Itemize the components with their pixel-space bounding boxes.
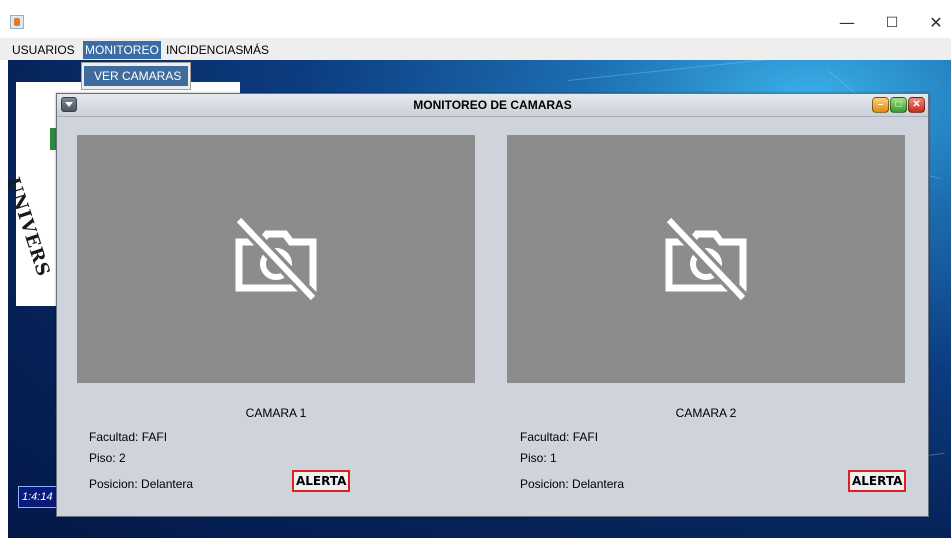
menu-monitoreo[interactable]: MONITOREO xyxy=(83,41,161,59)
camera-1-alert-button[interactable]: ALERTA xyxy=(292,470,351,492)
camera-2-facultad: Facultad: FAFI xyxy=(520,430,599,444)
camera-off-icon xyxy=(664,216,748,302)
menu-bar: USUARIOS MONITOREO INCIDENCIAS MÁS xyxy=(0,38,951,60)
camera-1-view[interactable] xyxy=(77,135,475,383)
java-app-icon xyxy=(10,15,24,29)
frame-close-button[interactable]: ✕ xyxy=(908,97,925,113)
camera-1-facultad: Facultad: FAFI xyxy=(89,430,168,444)
camera-1-posicion: Posicion: Delantera xyxy=(89,477,194,491)
close-button[interactable]: ✕ xyxy=(921,12,951,34)
menu-usuarios[interactable]: USUARIOS xyxy=(12,43,75,57)
camera-2-view[interactable] xyxy=(507,135,905,383)
camera-1-name: CAMARA 1 xyxy=(245,406,307,420)
frame-title: MONITOREO DE CAMARAS xyxy=(413,98,572,112)
camera-2-piso: Piso: 1 xyxy=(520,451,557,465)
window-title-bar: — ☐ ✕ xyxy=(0,0,951,38)
camera-2-name: CAMARA 2 xyxy=(675,406,737,420)
camera-2-posicion: Posicion: Delantera xyxy=(520,477,625,491)
menu-mas[interactable]: MÁS xyxy=(243,43,269,57)
maximize-button[interactable]: ☐ xyxy=(877,12,907,34)
network-line xyxy=(567,60,946,81)
camera-monitor-frame: MONITOREO DE CAMARAS – □ ✕ CAMARA 1 Facu… xyxy=(56,93,929,517)
menu-incidencias[interactable]: INCIDENCIAS xyxy=(166,43,243,57)
camera-off-icon xyxy=(234,216,318,302)
camera-2-alert-button[interactable]: ALERTA xyxy=(848,470,907,492)
frame-maximize-button[interactable]: □ xyxy=(890,97,907,113)
frame-title-bar[interactable]: MONITOREO DE CAMARAS – □ ✕ xyxy=(57,94,928,117)
minimize-button[interactable]: — xyxy=(832,12,862,34)
menu-item-ver-camaras[interactable]: VER CAMARAS xyxy=(84,66,188,86)
camera-1-piso: Piso: 2 xyxy=(89,451,126,465)
frame-minimize-button[interactable]: – xyxy=(872,97,889,113)
monitoreo-dropdown: VER CAMARAS xyxy=(81,62,191,90)
